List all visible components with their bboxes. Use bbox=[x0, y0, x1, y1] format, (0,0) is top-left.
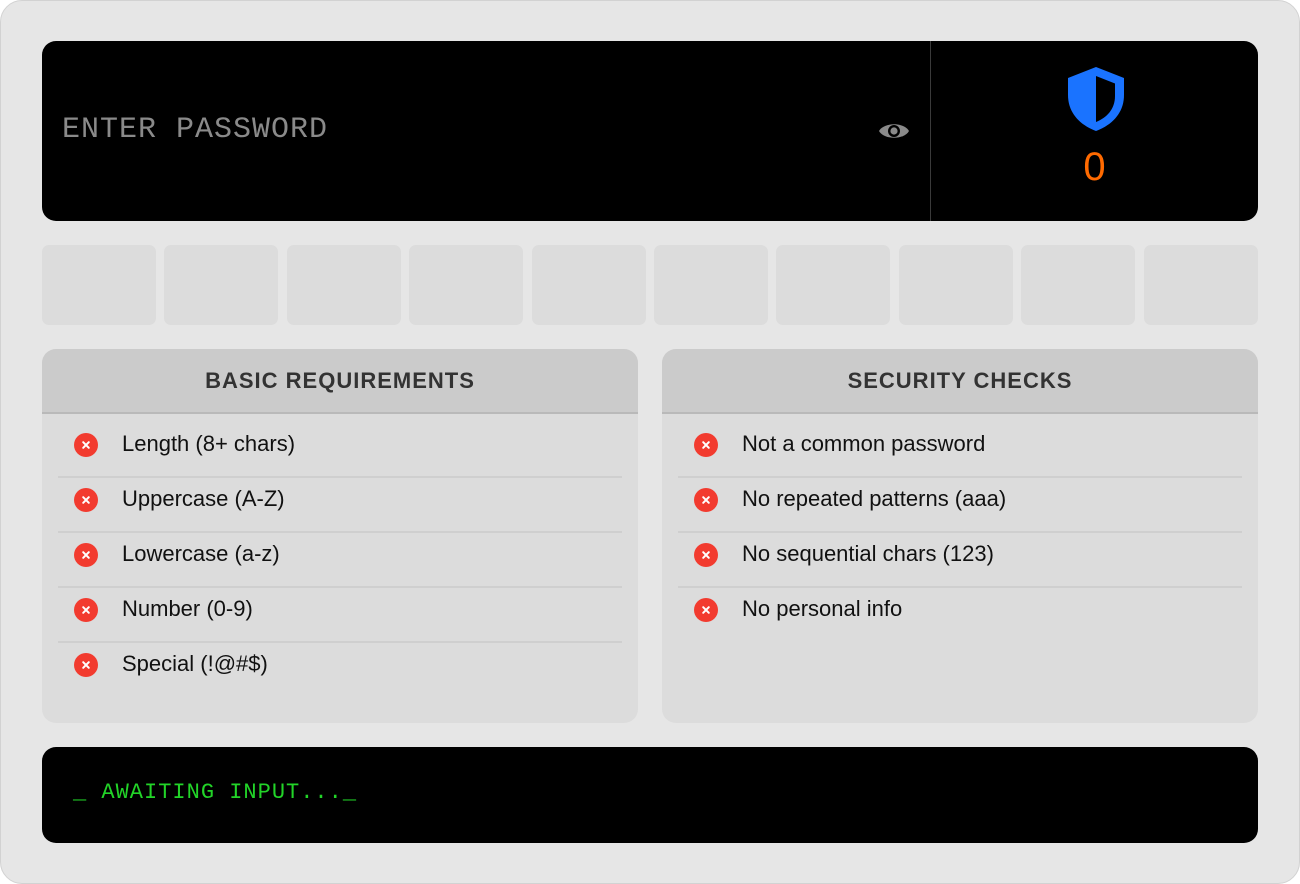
strength-meter-segment bbox=[898, 245, 1013, 325]
x-circle-icon bbox=[74, 488, 98, 512]
security-checks-title: SECURITY CHECKS bbox=[662, 349, 1258, 414]
x-circle-icon bbox=[694, 488, 718, 512]
requirement-length: Length (8+ chars) bbox=[58, 423, 622, 478]
strength-meter-segment bbox=[654, 245, 768, 325]
password-bar: 0 bbox=[42, 41, 1258, 221]
basic-requirements-panel: BASIC REQUIREMENTS Length (8+ chars) Upp… bbox=[42, 349, 638, 723]
basic-requirements-list: Length (8+ chars) Uppercase (A-Z) Lowerc… bbox=[58, 423, 622, 698]
requirement-label: Length (8+ chars) bbox=[122, 431, 296, 456]
console-status-text: _ AWAITING INPUT..._ bbox=[73, 780, 358, 805]
strength-meter-segment bbox=[1021, 245, 1136, 325]
strength-meter-segment bbox=[531, 245, 646, 325]
check-personal-info: No personal info bbox=[678, 588, 1242, 643]
x-circle-icon bbox=[74, 653, 98, 677]
eye-icon[interactable] bbox=[878, 119, 910, 143]
requirement-label: Uppercase (A-Z) bbox=[122, 486, 285, 511]
password-checker-app: 0 BASIC REQUIREMENTS Length (8+ chars) bbox=[0, 0, 1300, 884]
basic-requirements-title: BASIC REQUIREMENTS bbox=[42, 349, 638, 414]
check-sequential-chars: No sequential chars (123) bbox=[678, 533, 1242, 588]
x-circle-icon bbox=[694, 433, 718, 457]
check-label: Not a common password bbox=[742, 431, 986, 456]
shield-icon bbox=[1064, 65, 1128, 133]
strength-meter bbox=[42, 245, 1258, 325]
requirement-label: Lowercase (a-z) bbox=[122, 541, 280, 566]
score-panel: 0 bbox=[931, 41, 1258, 221]
check-common-password: Not a common password bbox=[678, 423, 1242, 478]
requirement-uppercase: Uppercase (A-Z) bbox=[58, 478, 622, 533]
x-circle-icon bbox=[694, 598, 718, 622]
x-circle-icon bbox=[74, 543, 98, 567]
check-label: No personal info bbox=[742, 596, 903, 621]
requirement-special: Special (!@#$) bbox=[58, 643, 622, 698]
requirement-lowercase: Lowercase (a-z) bbox=[58, 533, 622, 588]
strength-meter-segment bbox=[164, 245, 279, 325]
score-value: 0 bbox=[1083, 145, 1106, 189]
strength-meter-segment bbox=[1143, 245, 1258, 325]
strength-meter-segment bbox=[42, 245, 156, 325]
strength-meter-segment bbox=[409, 245, 524, 325]
strength-meter-segment bbox=[286, 245, 401, 325]
strength-meter-segment bbox=[776, 245, 891, 325]
requirement-label: Number (0-9) bbox=[122, 596, 253, 621]
security-checks-panel: SECURITY CHECKS Not a common password No… bbox=[662, 349, 1258, 723]
x-circle-icon bbox=[694, 543, 718, 567]
password-field-area bbox=[42, 41, 930, 221]
check-label: No sequential chars (123) bbox=[742, 541, 994, 566]
requirement-label: Special (!@#$) bbox=[122, 651, 268, 676]
security-checks-list: Not a common password No repeated patter… bbox=[678, 423, 1242, 643]
requirement-number: Number (0-9) bbox=[58, 588, 622, 643]
password-input[interactable] bbox=[62, 107, 862, 153]
x-circle-icon bbox=[74, 433, 98, 457]
check-repeated-patterns: No repeated patterns (aaa) bbox=[678, 478, 1242, 533]
check-label: No repeated patterns (aaa) bbox=[742, 486, 1007, 511]
status-console: _ AWAITING INPUT..._ bbox=[42, 747, 1258, 843]
x-circle-icon bbox=[74, 598, 98, 622]
